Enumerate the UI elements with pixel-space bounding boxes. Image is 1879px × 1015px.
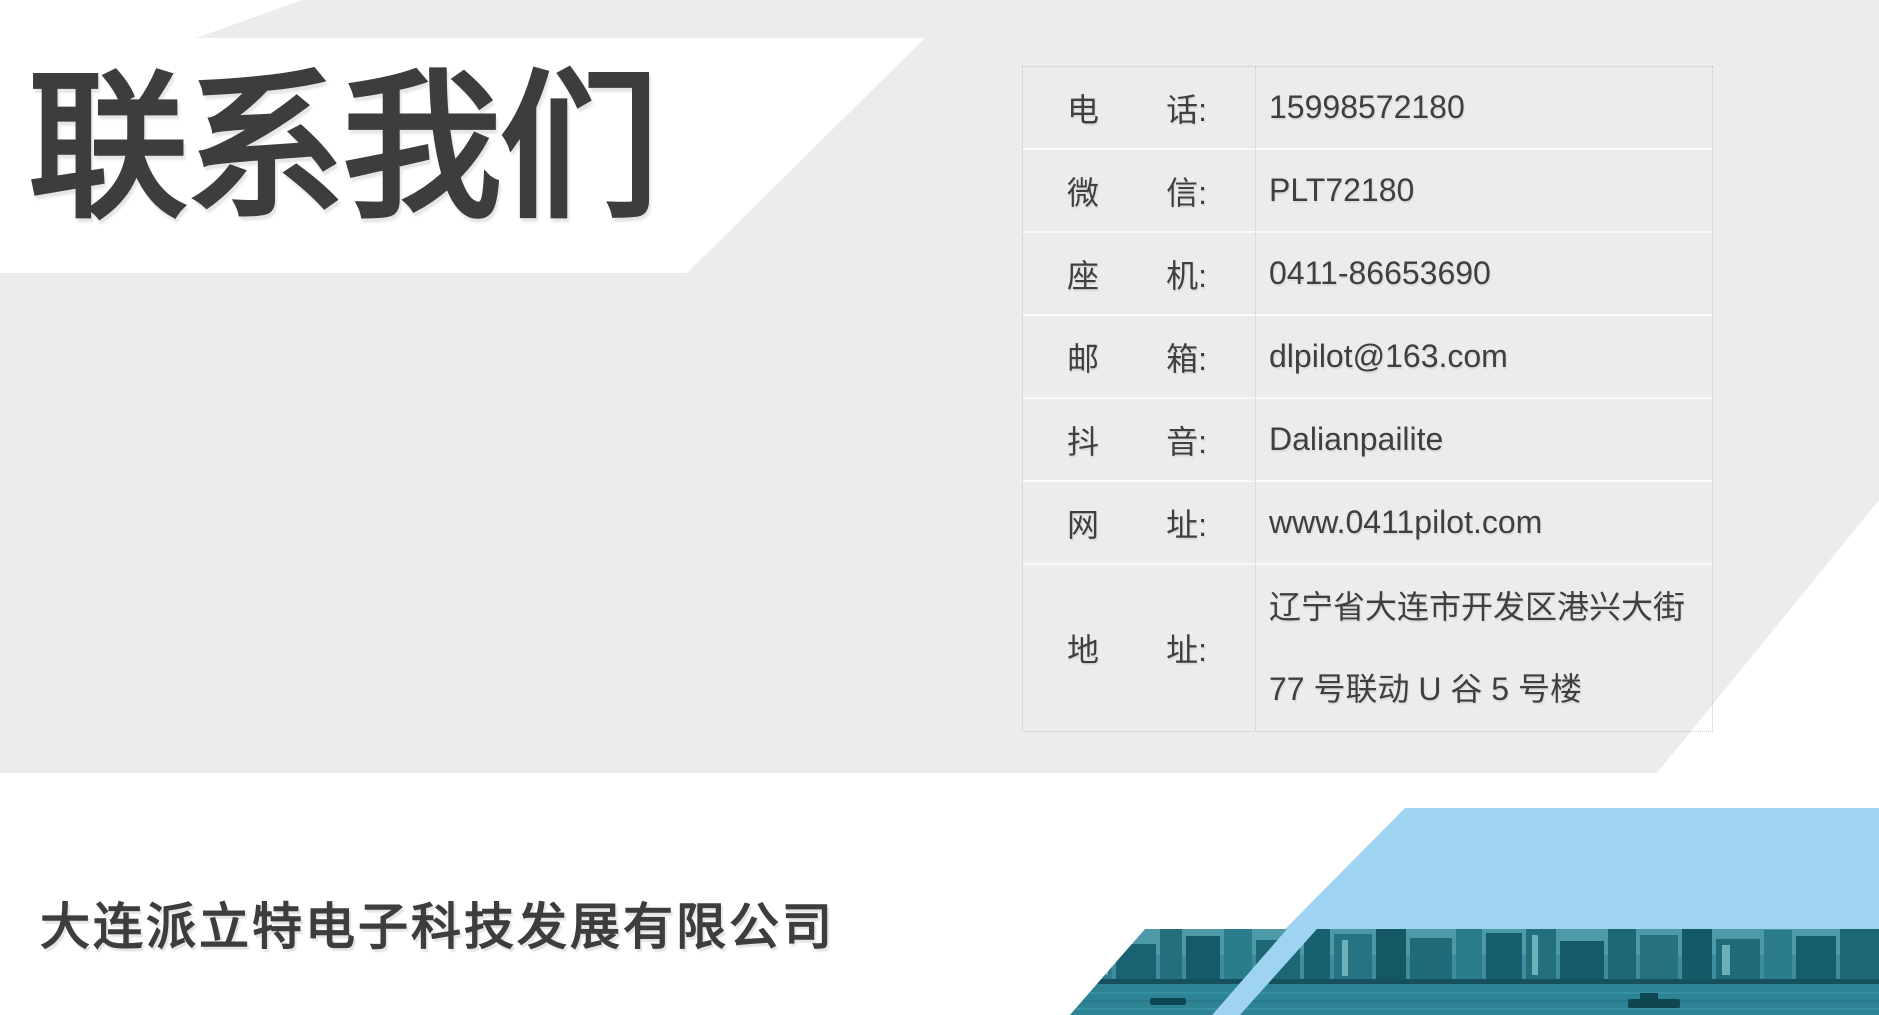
row-label: 地 址: [1023, 565, 1255, 731]
label-first-char: 微 [1067, 168, 1099, 214]
company-name: 大连派立特电子科技发展有限公司 [40, 887, 835, 959]
table-row-wechat: 微 信: PLT72180 [1023, 150, 1712, 233]
contact-table: 电 话: 15998572180 微 信: PLT72180 座 机: 0411… [1022, 66, 1713, 732]
row-label: 邮 箱: [1023, 316, 1255, 397]
table-column-divider [1255, 67, 1256, 731]
label-second-char: 音: [1166, 417, 1207, 463]
row-label: 网 址: [1023, 482, 1255, 563]
page-title: 联系我们 [28, 68, 656, 228]
row-label: 电 话: [1023, 67, 1255, 148]
row-value: PLT72180 [1255, 150, 1712, 231]
label-second-char: 箱: [1166, 334, 1207, 380]
table-row-landline: 座 机: 0411-86653690 [1023, 233, 1712, 316]
label-second-char: 机: [1166, 251, 1207, 297]
label-first-char: 抖 [1067, 417, 1099, 463]
label-second-char: 址: [1166, 625, 1207, 671]
address-line-1: 辽宁省大连市开发区港兴大街 [1269, 566, 1685, 648]
table-row-website: 网 址: www.0411pilot.com [1023, 482, 1712, 565]
row-value: 辽宁省大连市开发区港兴大街 77 号联动 U 谷 5 号楼 [1255, 565, 1712, 731]
row-value: 15998572180 [1255, 67, 1712, 148]
table-row-douyin: 抖 音: Dalianpailite [1023, 399, 1712, 482]
label-first-char: 邮 [1067, 334, 1099, 380]
row-value: Dalianpailite [1255, 399, 1712, 480]
slide-canvas: 联系我们 电 话: 15998572180 微 信: PLT72180 座 机:… [0, 0, 1879, 1015]
label-first-char: 座 [1067, 251, 1099, 297]
label-second-char: 信: [1166, 168, 1207, 214]
row-value: dlpilot@163.com [1255, 316, 1712, 397]
label-second-char: 话: [1166, 85, 1207, 131]
table-row-email: 邮 箱: dlpilot@163.com [1023, 316, 1712, 399]
table-row-address: 地 址: 辽宁省大连市开发区港兴大街 77 号联动 U 谷 5 号楼 [1023, 565, 1712, 731]
table-row-phone: 电 话: 15998572180 [1023, 67, 1712, 150]
label-first-char: 网 [1067, 500, 1099, 546]
row-value: www.0411pilot.com [1255, 482, 1712, 563]
label-first-char: 地 [1067, 625, 1099, 671]
row-value: 0411-86653690 [1255, 233, 1712, 314]
label-first-char: 电 [1067, 85, 1099, 131]
row-label: 微 信: [1023, 150, 1255, 231]
label-second-char: 址: [1166, 500, 1207, 546]
row-label: 座 机: [1023, 233, 1255, 314]
row-label: 抖 音: [1023, 399, 1255, 480]
address-line-2: 77 号联动 U 谷 5 号楼 [1269, 648, 1582, 730]
